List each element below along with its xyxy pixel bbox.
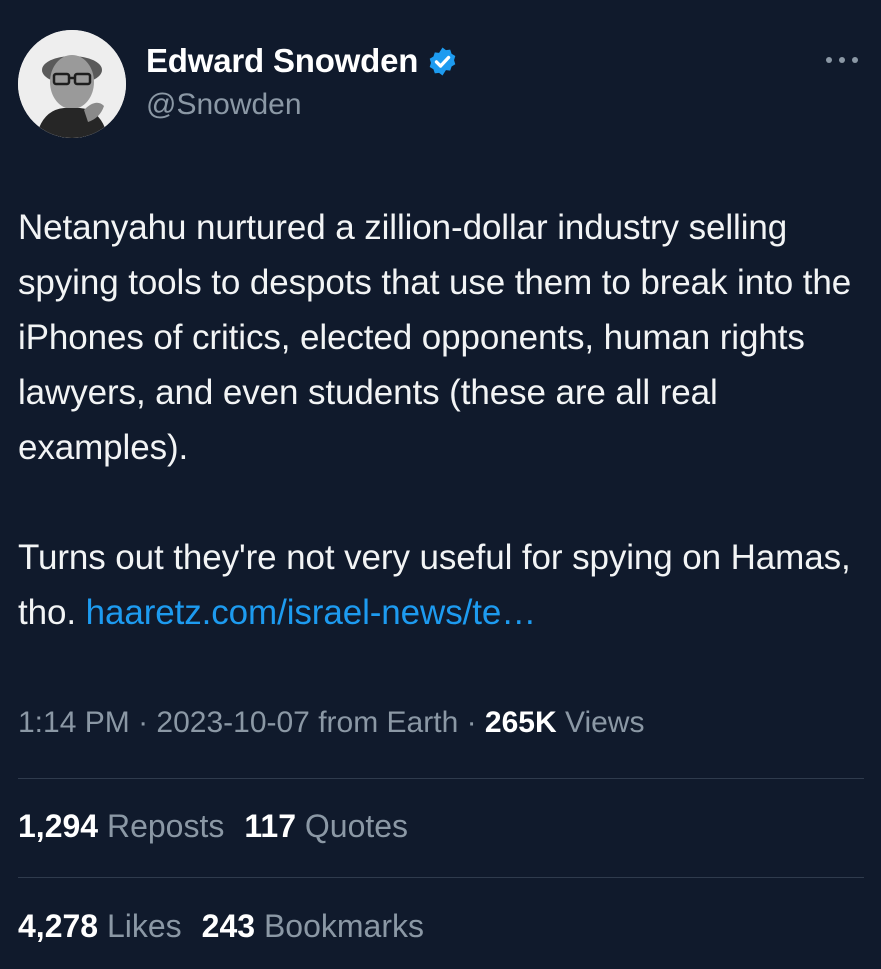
- reposts-label[interactable]: Reposts: [98, 808, 224, 844]
- stats-row-shares: 1,294 Reposts 117 Quotes: [18, 808, 408, 845]
- author-name[interactable]: Edward Snowden: [146, 42, 418, 80]
- more-options-icon[interactable]: [822, 40, 862, 80]
- stats-row-likes: 4,278 Likes 243 Bookmarks: [18, 908, 424, 945]
- bookmarks-count[interactable]: 243: [202, 908, 255, 944]
- views-count[interactable]: 265K: [485, 706, 557, 739]
- tweet-meta: 1:14 PM · 2023-10-07 from Earth · 265K V…: [18, 706, 644, 740]
- tweet-paragraph-1: Netanyahu nurtured a zillion-dollar indu…: [18, 208, 852, 467]
- meta-separator: ·: [458, 706, 485, 739]
- avatar[interactable]: [18, 30, 126, 138]
- article-link[interactable]: haaretz.com/israel-news/te…: [86, 593, 537, 632]
- verified-badge-icon[interactable]: [426, 45, 459, 78]
- tweet-text: Netanyahu nurtured a zillion-dollar indu…: [18, 200, 868, 640]
- divider: [18, 778, 864, 779]
- tweet-source: from Earth: [309, 706, 459, 739]
- reposts-stat[interactable]: 1,294 Reposts: [18, 808, 224, 844]
- tweet-paragraph-2: Turns out they're not very useful for sp…: [18, 530, 868, 640]
- quotes-count[interactable]: 117: [244, 808, 296, 844]
- likes-count[interactable]: 4,278: [18, 908, 98, 944]
- quotes-stat[interactable]: 117 Quotes: [244, 808, 408, 844]
- bookmarks-stat[interactable]: 243 Bookmarks: [202, 908, 424, 944]
- tweet-date[interactable]: 2023-10-07: [156, 706, 309, 739]
- quotes-label[interactable]: Quotes: [296, 808, 408, 844]
- likes-label[interactable]: Likes: [98, 908, 182, 944]
- divider: [18, 877, 864, 878]
- reposts-count[interactable]: 1,294: [18, 808, 98, 844]
- meta-separator: ·: [129, 706, 157, 739]
- tweet-time[interactable]: 1:14 PM: [18, 706, 130, 739]
- views-label[interactable]: Views: [557, 706, 645, 739]
- profile-photo: [18, 30, 126, 138]
- bookmarks-label[interactable]: Bookmarks: [255, 908, 424, 944]
- likes-stat[interactable]: 4,278 Likes: [18, 908, 182, 944]
- author-handle[interactable]: @Snowden: [146, 88, 302, 122]
- author-name-row[interactable]: Edward Snowden: [146, 42, 459, 80]
